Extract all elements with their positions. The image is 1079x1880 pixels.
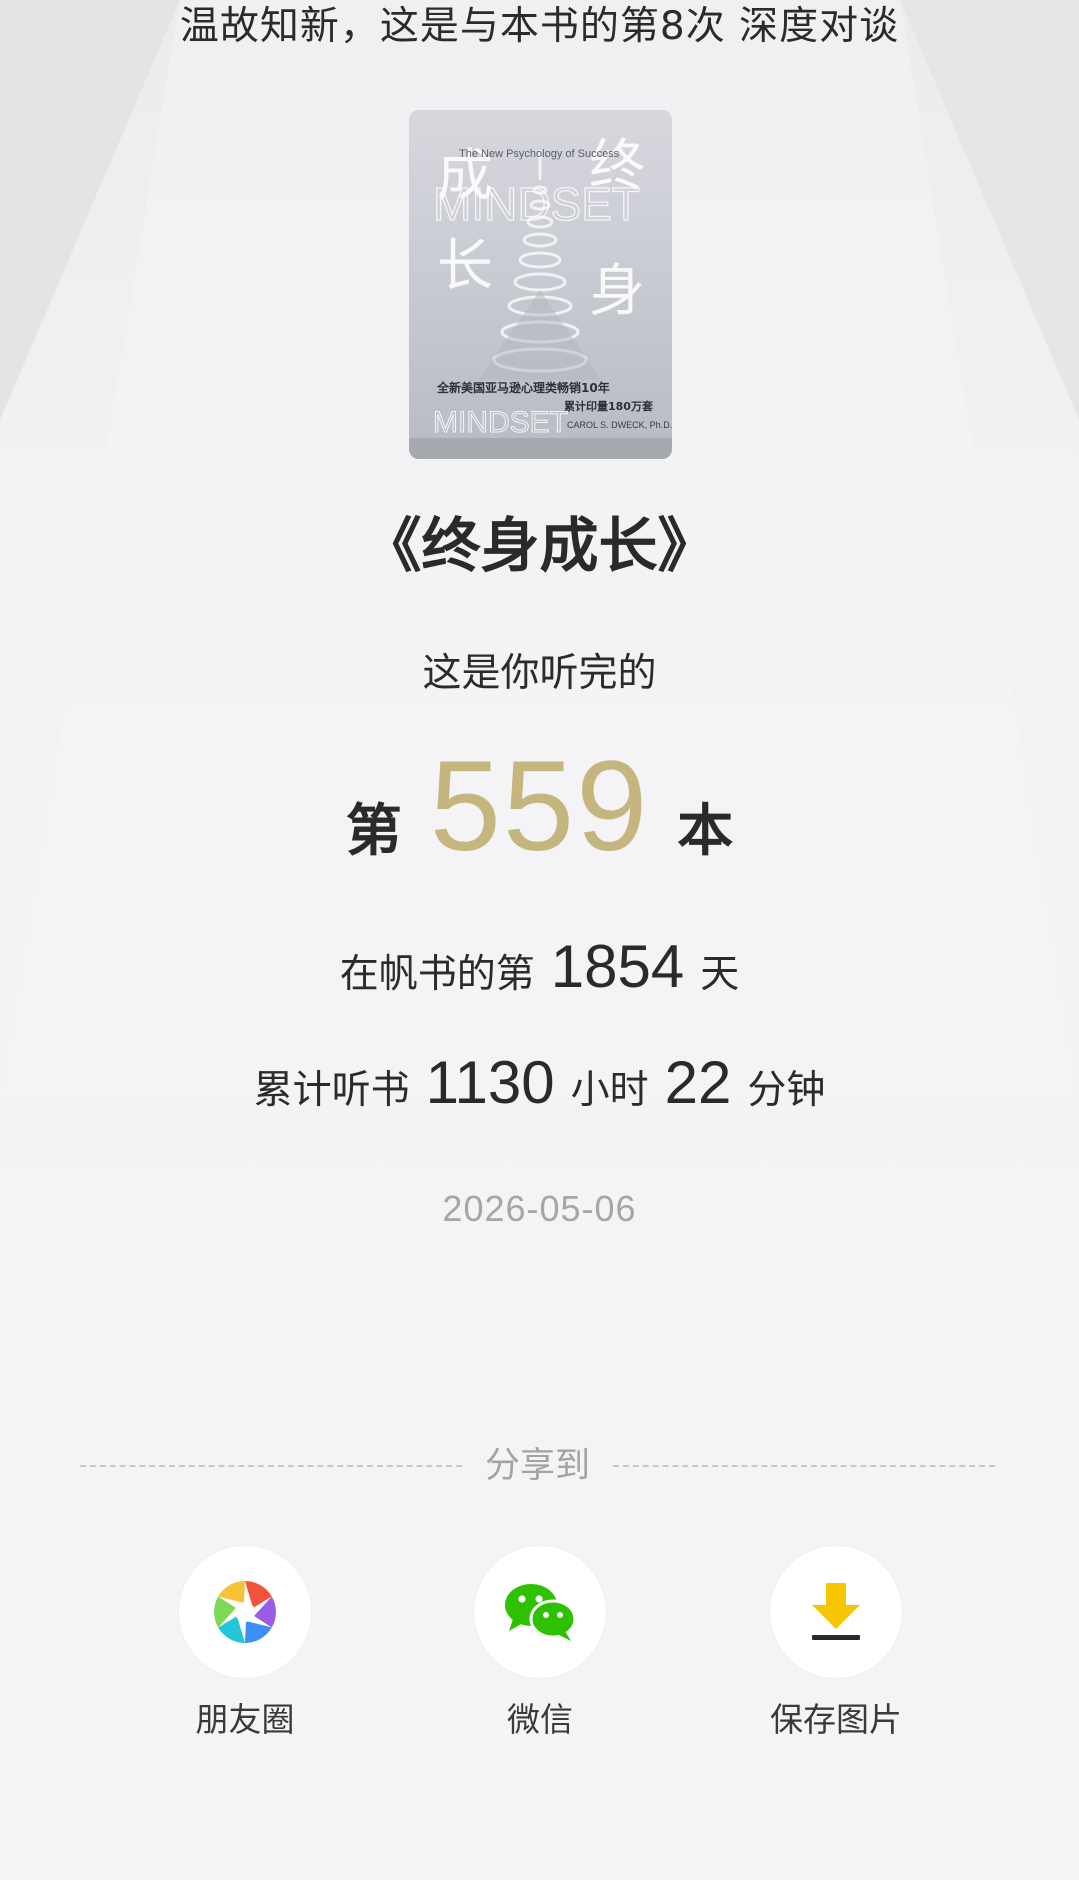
wechat-icon-circle[interactable]	[474, 1546, 606, 1678]
share-wechat-button[interactable]: 微信	[440, 1546, 640, 1742]
book-title: 《终身成长》	[362, 511, 717, 580]
books-finished-count: 559	[429, 735, 650, 878]
svg-text:长: 长	[437, 234, 493, 299]
divider-line-right	[613, 1465, 995, 1467]
save-image-button[interactable]: 保存图片	[736, 1546, 936, 1742]
finish-date: 2026-05-06	[442, 1188, 637, 1229]
share-wechat-label: 微信	[507, 1700, 573, 1739]
listening-time-row: 累计听书 1130 小时 22 分钟	[0, 1048, 1079, 1117]
save-image-label: 保存图片	[770, 1700, 902, 1739]
svg-text:The New Psychology of Success: The New Psychology of Success	[459, 148, 620, 160]
days-count: 1854	[550, 933, 685, 1000]
rank-prefix: 第	[345, 799, 402, 864]
moments-icon	[214, 1581, 276, 1643]
days-prefix: 在帆书的第	[339, 952, 535, 997]
book-cover-art: 成 终 长 身 MINDSET The New Psychology of Su…	[409, 110, 672, 459]
share-moments-label: 朋友圈	[195, 1700, 295, 1739]
minutes-unit: 分钟	[747, 1068, 826, 1113]
revisit-tagline: 温故知新，这是与本书的第8次 深度对谈	[179, 4, 900, 49]
hours-unit: 小时	[570, 1068, 649, 1113]
svg-text:MINDSET: MINDSET	[433, 406, 568, 439]
svg-text:身: 身	[589, 259, 645, 324]
days-suffix: 天	[700, 952, 740, 997]
share-divider: 分享到	[80, 1444, 995, 1488]
moments-icon-circle[interactable]	[179, 1546, 311, 1678]
download-icon	[812, 1583, 860, 1640]
completion-intro: 这是你听完的	[422, 651, 657, 696]
svg-text:MINDSET: MINDSET	[433, 178, 640, 230]
wechat-icon	[505, 1584, 577, 1641]
svg-text:CAROL S. DWECK, Ph.D.: CAROL S. DWECK, Ph.D.	[567, 420, 672, 430]
minutes-count: 22	[664, 1049, 732, 1116]
days-row: 在帆书的第 1854 天	[0, 932, 1079, 1001]
book-count-row: 第 559 本	[0, 742, 1079, 872]
share-card: 温故知新，这是与本书的第8次 深度对谈 成 终 长 身 MINDSET The …	[0, 0, 1079, 1880]
svg-text:累计印量180万套: 累计印量180万套	[564, 399, 654, 413]
download-icon-circle[interactable]	[770, 1546, 902, 1678]
hours-count: 1130	[425, 1049, 555, 1116]
hours-prefix: 累计听书	[253, 1068, 410, 1113]
share-moments-button[interactable]: 朋友圈	[145, 1546, 345, 1742]
svg-text:全新美国亚马逊心理类畅销10年: 全新美国亚马逊心理类畅销10年	[436, 380, 610, 395]
rank-suffix: 本	[677, 799, 734, 864]
book-cover: 成 终 长 身 MINDSET The New Psychology of Su…	[409, 110, 672, 459]
